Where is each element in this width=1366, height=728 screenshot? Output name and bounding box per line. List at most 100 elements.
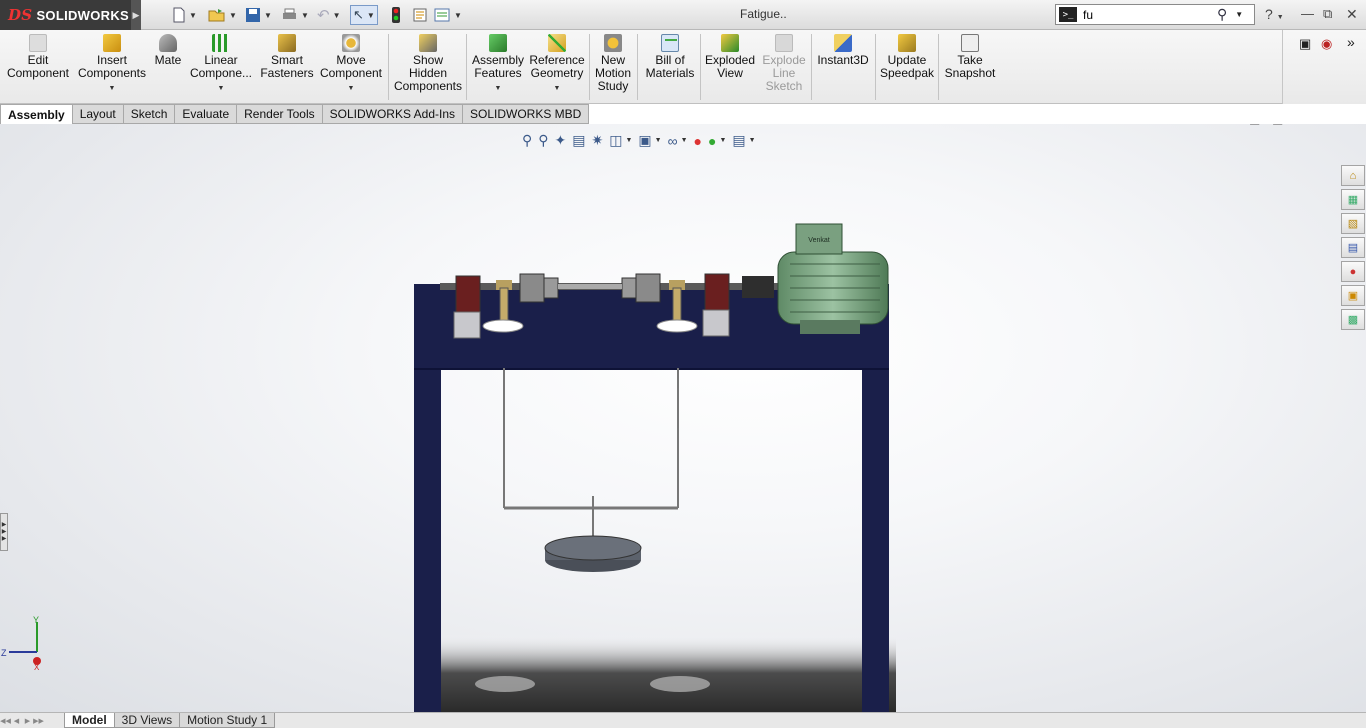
- graphics-area[interactable]: ⚲ ⚲ ✦ ▤ ✷ ◫▼ ▣▼ ∞▼ ● ●▼ ▤▼ ◫ ◫ — ⧉ ✕: [0, 124, 1366, 712]
- restore-icon: ⧉: [1323, 6, 1333, 21]
- bearing-right: [702, 273, 730, 337]
- load-hanger: [503, 368, 679, 548]
- open-document-button[interactable]: ▼: [208, 5, 237, 25]
- bearing-left: [453, 275, 481, 339]
- file-explorer-icon[interactable]: ▧: [1341, 213, 1365, 234]
- move-component-button[interactable]: Move Component ▼: [318, 34, 384, 95]
- take-snapshot-button[interactable]: Take Snapshot: [942, 34, 998, 80]
- undo-button[interactable]: ↶ ▼: [317, 5, 341, 25]
- new-document-button[interactable]: ▼: [172, 5, 197, 25]
- tab-layout[interactable]: Layout: [72, 104, 124, 124]
- bill-of-materials-icon: [661, 34, 679, 52]
- help-icon: ?: [1265, 6, 1273, 22]
- tab-sketch[interactable]: Sketch: [123, 104, 176, 124]
- mate-button[interactable]: Mate: [152, 34, 184, 67]
- assembly-features-icon: [489, 34, 507, 52]
- expand-toolbar-icon[interactable]: »: [1347, 34, 1355, 50]
- restore-button[interactable]: ⧉: [1323, 6, 1332, 22]
- shadow-highlight: [475, 676, 535, 692]
- document-title: Fatigue..: [740, 7, 787, 21]
- search-input[interactable]: [1083, 7, 1213, 22]
- edit-component-button[interactable]: Edit Component: [6, 34, 70, 80]
- z-axis-label: Z: [1, 648, 7, 658]
- assembly-features-button[interactable]: Assembly Features ▼: [470, 34, 526, 95]
- feature-manager-toggle[interactable]: ▶ ▶ ▶: [0, 513, 8, 551]
- toolbar-separator: [811, 34, 812, 100]
- chevron-down-icon: ▼: [347, 85, 355, 92]
- select-button[interactable]: ↖ ▼: [350, 5, 378, 25]
- solidworks-resources-icon[interactable]: ⌂: [1341, 165, 1365, 186]
- appearances-icon[interactable]: ●: [1341, 261, 1365, 282]
- options-button[interactable]: ▼: [434, 5, 462, 25]
- update-speedpak-button[interactable]: Update Speedpak: [878, 34, 936, 80]
- chevron-down-icon: ▼: [189, 10, 197, 20]
- linear-pattern-button[interactable]: Linear Compone... ▼: [188, 34, 254, 95]
- linear-pattern-icon: [212, 34, 230, 52]
- next-tab-icon[interactable]: ▶: [22, 714, 33, 727]
- print-button[interactable]: ▼: [281, 5, 309, 25]
- design-library-icon[interactable]: ▦: [1341, 189, 1365, 210]
- forum-icon[interactable]: ▩: [1341, 309, 1365, 330]
- tab-render-tools[interactable]: Render Tools: [237, 104, 323, 124]
- new-document-icon: [173, 7, 185, 23]
- file-properties-icon: [413, 8, 427, 22]
- previous-tab-icon[interactable]: ◀: [11, 714, 22, 727]
- search-box[interactable]: >_ ⚲ ▼: [1055, 4, 1255, 25]
- chevron-down-icon[interactable]: ▼: [1235, 10, 1243, 19]
- x-axis-label: X: [34, 663, 40, 670]
- solidworks-logo[interactable]: DS SOLIDWORKS: [0, 0, 131, 30]
- chevron-down-icon: ▼: [553, 85, 561, 92]
- insert-components-button[interactable]: Insert Components ▼: [76, 34, 148, 95]
- bill-of-materials-button[interactable]: Bill of Materials: [642, 34, 698, 80]
- mate-paperclip-icon: [159, 34, 177, 52]
- instant3d-icon: [834, 34, 852, 52]
- tab-solidworks-addins[interactable]: SOLIDWORKS Add-Ins: [322, 104, 463, 124]
- tab-motion-study-1[interactable]: Motion Study 1: [179, 713, 276, 728]
- fatigue-machine-model[interactable]: Venkat: [0, 124, 1366, 712]
- tab-assembly[interactable]: Assembly: [0, 104, 73, 124]
- edit-component-icon: [29, 34, 47, 52]
- ds-logo-mark: DS: [8, 6, 33, 24]
- view-palette-icon[interactable]: ▤: [1341, 237, 1365, 258]
- custom-properties-icon[interactable]: ▣: [1341, 285, 1365, 306]
- save-button[interactable]: ▼: [245, 5, 272, 25]
- smart-fasteners-button[interactable]: Smart Fasteners: [256, 34, 318, 80]
- task-pane: ⌂ ▦ ▧ ▤ ● ▣ ▩: [1341, 165, 1366, 330]
- show-hidden-components-button[interactable]: Show Hidden Components: [392, 34, 464, 93]
- minimize-button[interactable]: —: [1301, 6, 1314, 21]
- instant3d-button[interactable]: Instant3D: [814, 34, 872, 67]
- update-speedpak-icon: [898, 34, 916, 52]
- chevron-right-icon: ▶: [1, 528, 7, 535]
- tab-3d-views[interactable]: 3D Views: [113, 713, 181, 728]
- print-icon: [283, 8, 296, 19]
- camera-icon[interactable]: ▣: [1299, 36, 1311, 52]
- chevron-down-icon: ▼: [301, 10, 309, 20]
- show-hidden-icon: [419, 34, 437, 52]
- rebuild-button[interactable]: [391, 5, 401, 25]
- record-icon[interactable]: ◉: [1321, 36, 1332, 52]
- toolbar-separator: [938, 34, 939, 100]
- last-tab-icon[interactable]: ▶▶: [33, 714, 44, 727]
- coordinate-triad: Y Z X: [1, 615, 41, 670]
- tab-model[interactable]: Model: [64, 713, 115, 728]
- close-button[interactable]: ✕: [1346, 6, 1358, 23]
- new-motion-study-button[interactable]: New Motion Study: [592, 34, 634, 93]
- menu-expand-arrow-icon[interactable]: ▶: [131, 0, 141, 30]
- first-tab-icon[interactable]: ◀◀: [0, 714, 11, 727]
- shadow-highlight: [650, 676, 710, 692]
- explode-line-sketch-icon: [775, 34, 793, 52]
- help-button[interactable]: ? ▼: [1265, 6, 1284, 22]
- exploded-view-button[interactable]: Exploded View: [703, 34, 757, 80]
- reference-geometry-button[interactable]: Reference Geometry ▼: [528, 34, 586, 95]
- options-icon: [434, 8, 450, 22]
- insert-components-icon: [103, 34, 121, 52]
- tab-evaluate[interactable]: Evaluate: [175, 104, 238, 124]
- rebuild-traffic-light-icon: [392, 7, 400, 23]
- search-icon[interactable]: ⚲: [1217, 6, 1227, 23]
- tab-solidworks-mbd[interactable]: SOLIDWORKS MBD: [463, 104, 590, 124]
- file-properties-button[interactable]: [412, 5, 428, 25]
- explode-line-sketch-button[interactable]: Explode Line Sketch: [760, 34, 808, 93]
- close-icon: ✕: [1346, 6, 1358, 22]
- coupling: [742, 276, 774, 298]
- logo-text: SOLIDWORKS: [36, 7, 130, 23]
